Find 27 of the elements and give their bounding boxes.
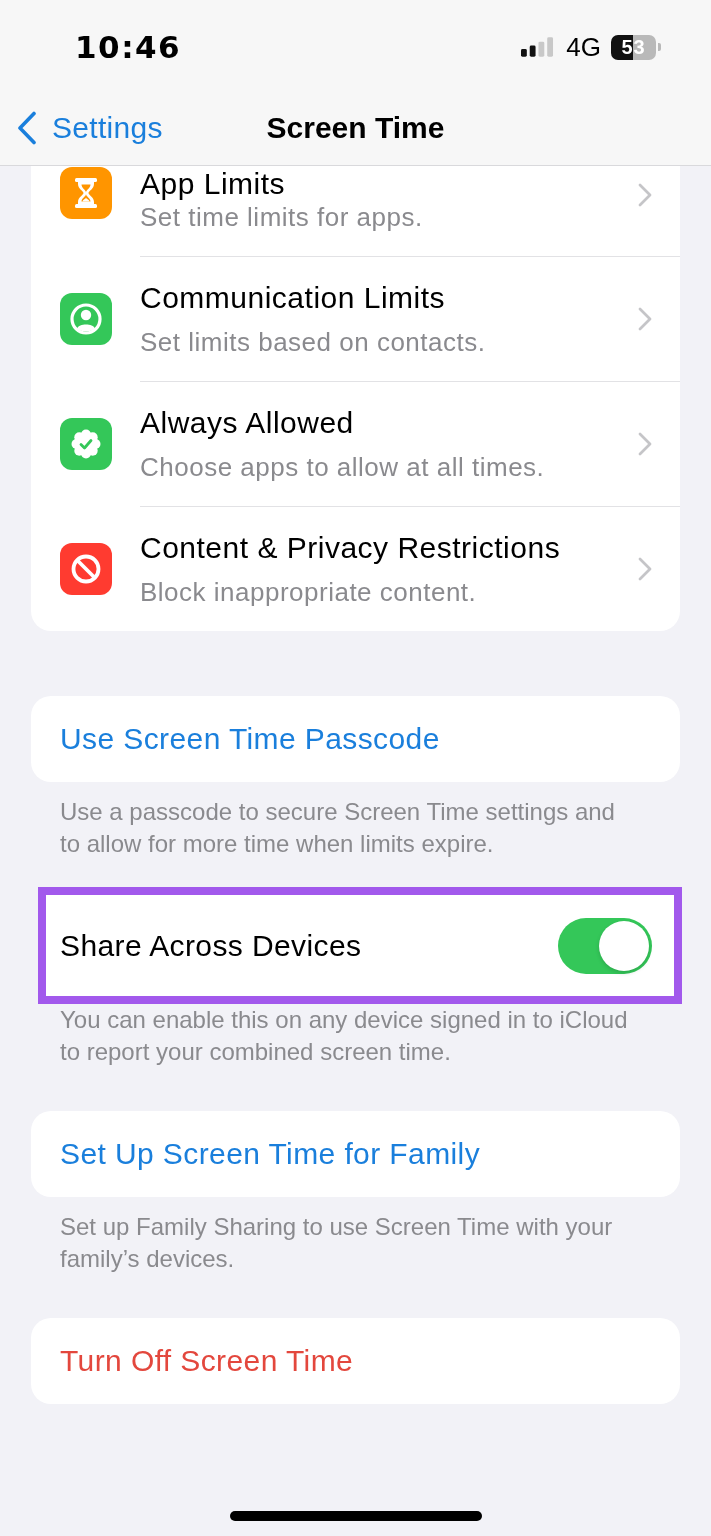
footer-note: You can enable this on any device signed in to iCloud to report your combined screen time. — [60, 1005, 629, 1067]
row-subtitle: Block inappropriate content. — [140, 576, 477, 607]
row-label: Share Across Devices — [60, 928, 362, 963]
row-subtitle: Choose apps to allow at all times. — [140, 451, 545, 482]
action-button[interactable]: Use Screen Time Passcode — [31, 696, 680, 782]
row-title[interactable]: App Limits — [140, 168, 286, 200]
row-title[interactable]: Communication Limits — [140, 281, 446, 314]
navigation-title: Screen Time — [266, 110, 445, 145]
chevron-right-icon — [638, 557, 652, 581]
action-button[interactable]: Turn Off Screen Time — [31, 1318, 680, 1404]
network-label: 4G — [566, 32, 601, 62]
row-subtitle: Set time limits for apps. — [140, 202, 423, 232]
action-button[interactable]: Set Up Screen Time for Family — [31, 1111, 680, 1197]
signal-icon — [521, 37, 555, 57]
status-time: 10:46 — [75, 29, 182, 65]
row-title[interactable]: Content & Privacy Restrictions — [140, 531, 561, 564]
chevron-right-icon — [638, 183, 652, 207]
row-title[interactable]: Always Allowed — [140, 406, 354, 439]
chevron-right-icon — [638, 307, 652, 331]
battery-indicator: 53 — [611, 34, 661, 60]
back-button[interactable]: Settings — [17, 110, 163, 145]
chevron-right-icon — [638, 432, 652, 456]
footer-note: Set up Family Sharing to use Screen Time with your family’s devices. — [60, 1212, 614, 1274]
footer-note: Use a passcode to secure Screen Time settings and to allow for more time when limits expire. — [60, 797, 616, 859]
row-subtitle: Set limits based on contacts. — [140, 326, 486, 357]
chevron-left-icon — [17, 110, 37, 145]
toggle-switch[interactable] — [558, 917, 652, 974]
